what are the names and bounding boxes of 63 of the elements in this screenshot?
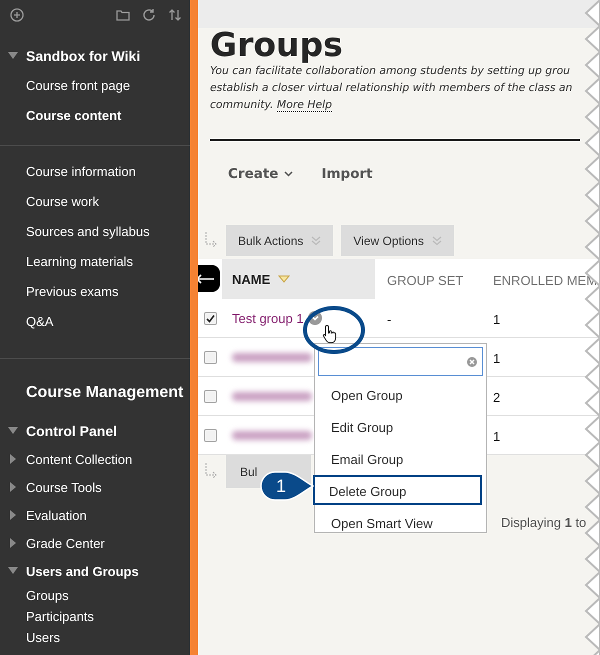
options-chevron-icon[interactable] xyxy=(308,311,322,325)
course-menu-item[interactable]: Q&A xyxy=(0,306,190,336)
course-menu-item[interactable]: Course front page xyxy=(0,70,190,100)
elbow-arrow-icon xyxy=(204,462,218,480)
course-menu-item[interactable]: Learning materials xyxy=(0,246,190,276)
expanded-triangle-icon[interactable] xyxy=(6,426,20,436)
course-menu-item[interactable]: Course content xyxy=(0,100,190,130)
folder-icon[interactable] xyxy=(116,8,130,22)
row-checkbox[interactable] xyxy=(204,350,216,364)
sort-arrows-icon[interactable] xyxy=(168,8,182,22)
expanded-triangle-icon[interactable] xyxy=(6,566,20,576)
course-menu-item[interactable]: Course information xyxy=(0,156,190,186)
highlight-circle xyxy=(302,305,366,355)
section-heading: Course Management xyxy=(25,383,184,403)
menu-item[interactable]: Open Group xyxy=(315,379,482,409)
control-panel-subitem[interactable]: Users xyxy=(0,627,190,648)
table-cell: 2 xyxy=(493,390,500,404)
help-link[interactable]: More Help xyxy=(276,98,332,112)
expanded-triangle-icon[interactable] xyxy=(6,51,20,61)
menu-item[interactable]: Edit Group xyxy=(315,411,482,441)
search-field[interactable] xyxy=(318,347,483,376)
row-checkbox[interactable] xyxy=(204,390,216,402)
toolbar-button[interactable]: Bulk Actions xyxy=(226,225,334,256)
table-cell: - xyxy=(387,312,392,326)
control-panel-subitem[interactable]: Participants xyxy=(0,606,190,627)
course-menu-item[interactable]: Course work xyxy=(0,186,190,216)
refresh-icon[interactable] xyxy=(142,8,156,22)
step-number-badge: 1 xyxy=(260,471,314,501)
menu-item[interactable]: Email Group xyxy=(315,443,482,473)
control-panel-title[interactable]: Control Panel xyxy=(26,423,118,439)
clear-icon[interactable] xyxy=(467,356,477,366)
pagination-text: Displaying 1 to xyxy=(501,515,586,530)
elbow-arrow-icon xyxy=(204,232,218,250)
control-panel-item[interactable]: Content Collection xyxy=(26,452,132,466)
action-button[interactable]: Import xyxy=(321,166,373,182)
add-icon[interactable] xyxy=(10,8,24,22)
table-cell: 1 xyxy=(493,312,500,326)
table-cell: 1 xyxy=(493,428,500,444)
control-panel-subitem[interactable]: Groups xyxy=(0,585,190,606)
action-button[interactable]: Create xyxy=(228,166,294,182)
control-panel-item[interactable]: Evaluation xyxy=(26,508,87,522)
control-panel-item[interactable]: Users and Groups xyxy=(26,564,139,578)
description-text: You can facilitate collaboration among students by setting up grou xyxy=(210,64,570,77)
menu-item[interactable]: Open Smart View xyxy=(315,507,482,537)
group-name-link[interactable]: Test group 1 xyxy=(232,310,304,326)
column-header[interactable]: NAME xyxy=(232,272,270,286)
left-arrow-icon[interactable] xyxy=(198,274,215,284)
page-title: Groups xyxy=(210,28,344,62)
description-text: community. xyxy=(210,98,274,111)
row-checkbox[interactable] xyxy=(204,428,216,442)
course-menu-item[interactable]: Sources and syllabus xyxy=(0,216,190,246)
collapse-menu-button[interactable] xyxy=(198,265,220,292)
control-panel-item[interactable]: Grade Center xyxy=(26,536,105,550)
control-panel-item[interactable]: Course Tools xyxy=(26,480,102,494)
column-header[interactable]: GROUP SET xyxy=(387,272,464,288)
course-title[interactable]: Sandbox for Wiki xyxy=(26,48,140,64)
course-menu-item[interactable]: Previous exams xyxy=(0,276,190,306)
description-text: establish a closer virtual relationship with members of the class an xyxy=(210,81,572,94)
toolbar-button[interactable]: View Options xyxy=(341,225,454,256)
menu-item[interactable]: Delete Group xyxy=(313,475,482,505)
chevron-down-icon[interactable] xyxy=(284,171,294,177)
row-checkbox[interactable] xyxy=(204,312,216,324)
table-cell: 1 xyxy=(493,350,500,366)
